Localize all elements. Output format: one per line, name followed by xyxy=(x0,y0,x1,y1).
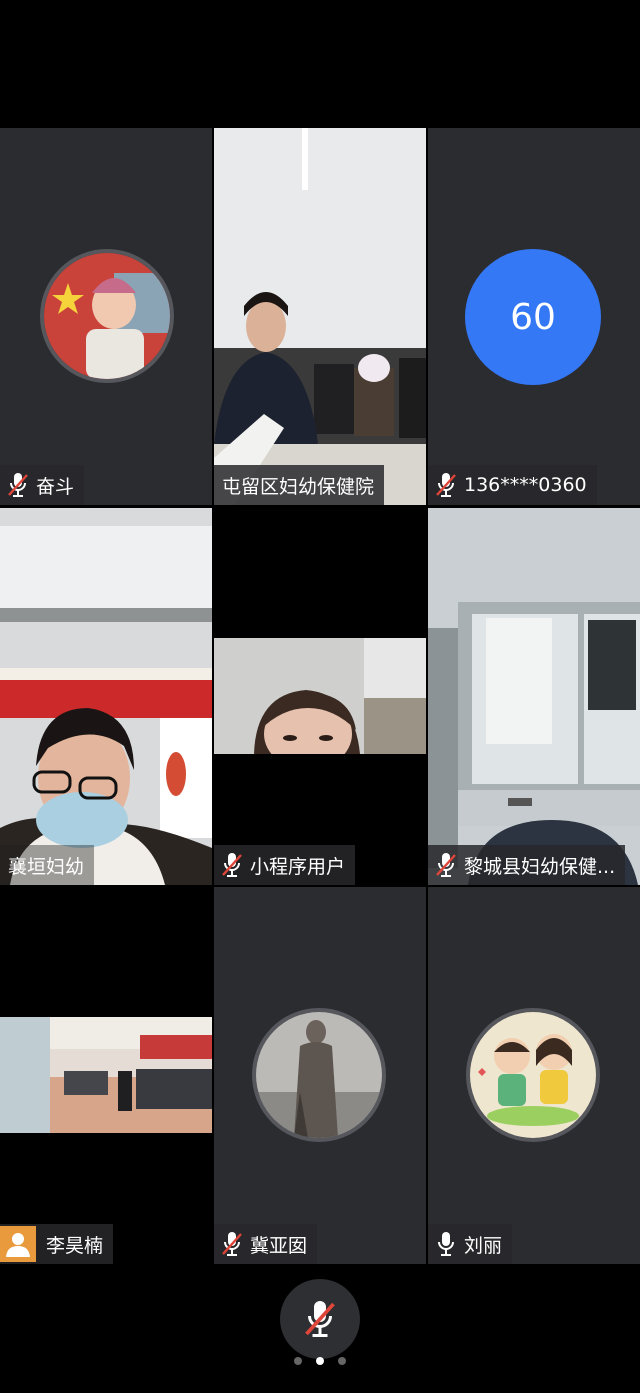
video-feed xyxy=(0,1017,212,1133)
participant-name-label: 小程序用户 xyxy=(214,845,356,885)
participant-name-label: 冀亚囡 xyxy=(214,1224,318,1264)
page-dot[interactable] xyxy=(338,1357,346,1365)
participant-tile[interactable]: 黎城县妇幼保健... xyxy=(428,508,640,885)
mic-muted-icon xyxy=(220,1230,244,1258)
page-indicator[interactable] xyxy=(0,1357,640,1365)
mic-muted-icon xyxy=(305,1301,335,1337)
participant-tile[interactable]: 屯留区妇幼保健院 xyxy=(214,128,426,505)
person-icon xyxy=(0,1226,36,1262)
participant-name-label: 奋斗 xyxy=(0,465,85,505)
participant-tile[interactable]: 冀亚囡 xyxy=(214,887,426,1264)
participant-tile[interactable]: 李昊楠 xyxy=(0,887,212,1264)
mic-muted-icon xyxy=(434,851,458,879)
vintage-photo-avatar xyxy=(252,1008,386,1142)
cartoon-kids-avatar xyxy=(466,1008,600,1142)
participant-name-label: 刘丽 xyxy=(428,1224,513,1264)
video-feed xyxy=(214,128,426,505)
participant-tile[interactable]: 襄垣妇幼 xyxy=(0,508,212,885)
mic-muted-icon xyxy=(6,471,30,499)
mute-toggle-button[interactable] xyxy=(280,1279,360,1359)
participant-name-label: 李昊楠 xyxy=(0,1224,114,1264)
participant-name-label: 136****0360 xyxy=(428,465,597,505)
participant-name-label: 黎城县妇幼保健... xyxy=(428,845,626,885)
mic-muted-icon xyxy=(220,851,244,879)
participant-grid: 奋斗 屯留区妇幼保健院 60 136****0360 襄垣妇幼 小程序用户 黎城… xyxy=(0,128,640,1264)
participant-tile[interactable]: 小程序用户 xyxy=(214,508,426,885)
mic-muted-icon xyxy=(434,471,458,499)
video-feed xyxy=(0,508,212,885)
participant-tile[interactable]: 60 136****0360 xyxy=(428,128,640,505)
participant-name-label: 襄垣妇幼 xyxy=(0,845,95,885)
video-feed xyxy=(428,508,640,885)
page-dot-active[interactable] xyxy=(316,1357,324,1365)
child-flag-avatar xyxy=(40,249,174,383)
participant-tile[interactable]: 奋斗 xyxy=(0,128,212,505)
number-avatar: 60 xyxy=(465,249,601,385)
video-feed xyxy=(214,638,426,754)
mic-icon xyxy=(434,1230,458,1258)
page-dot[interactable] xyxy=(294,1357,302,1365)
participant-name-label: 屯留区妇幼保健院 xyxy=(214,465,385,505)
participant-tile[interactable]: 刘丽 xyxy=(428,887,640,1264)
